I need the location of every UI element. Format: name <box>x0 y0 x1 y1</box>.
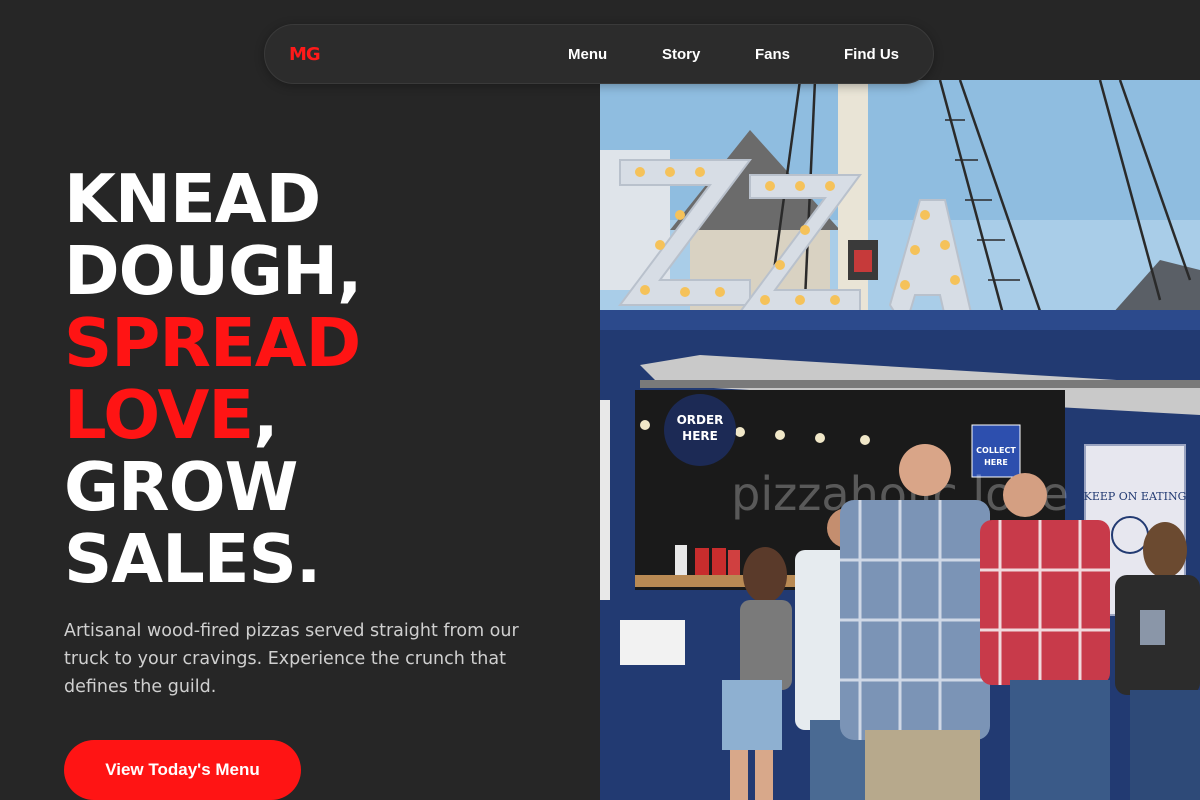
hero-headline: KNEAD DOUGH, SPREAD LOVE, GROW SALES. <box>64 163 584 595</box>
brand-logo[interactable]: MG <box>289 44 321 65</box>
hero-subtext: Artisanal wood-fired pizzas served strai… <box>64 621 519 697</box>
headline-comma: , <box>253 376 278 454</box>
view-menu-button[interactable]: View Today's Menu <box>64 740 301 800</box>
headline-line-3: SPREAD <box>64 304 361 382</box>
nav-link-story[interactable]: Story <box>662 46 700 63</box>
svg-text:HERE: HERE <box>682 429 718 443</box>
svg-text:ORDER: ORDER <box>677 413 724 427</box>
nav-link-fans[interactable]: Fans <box>755 46 790 63</box>
headline-love-word: LOVE <box>64 376 254 454</box>
headline-line-1: KNEAD <box>64 160 321 238</box>
headline-line-6: SALES. <box>64 520 321 598</box>
headline-line-5: GROW <box>64 448 298 526</box>
top-nav: MG Menu Story Fans Find Us <box>264 24 934 84</box>
svg-text:HERE: HERE <box>984 458 1008 467</box>
svg-text:KEEP ON EATING: KEEP ON EATING <box>1084 490 1187 503</box>
page: MG Menu Story Fans Find Us KNEAD DOUGH, … <box>0 0 1200 800</box>
food-truck-illustration: ORDER HERE COLLECT HERE KEEP ON EATING p… <box>600 80 1200 800</box>
nav-link-menu[interactable]: Menu <box>568 46 607 63</box>
hero-photo: ORDER HERE COLLECT HERE KEEP ON EATING p… <box>600 80 1200 800</box>
headline-line-4: LOVE, <box>64 379 584 451</box>
svg-text:COLLECT: COLLECT <box>976 446 1016 455</box>
nav-link-find-us[interactable]: Find Us <box>844 46 899 63</box>
headline-line-2: DOUGH, <box>64 232 363 310</box>
